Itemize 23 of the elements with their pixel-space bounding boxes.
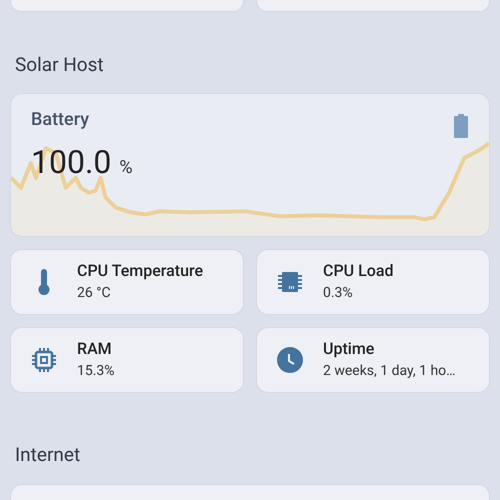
card-title: Battery (31, 108, 90, 132)
clock-icon (277, 346, 303, 372)
battery-value: 100.0 (31, 142, 112, 182)
section-heading: Solar Host (15, 53, 104, 76)
tile-state: 15.3% (77, 362, 115, 381)
sensor-tile[interactable]: CPU Load 0.3% (256, 248, 490, 314)
tile-name: RAM (77, 338, 113, 360)
tile-state: 0.3% (323, 284, 354, 303)
tile-state: 2 weeks, 1 day, 1 ho… (323, 362, 456, 381)
tile-name: CPU Temperature (77, 260, 204, 282)
tile-state: 26 °C (77, 284, 112, 303)
sensor-tile[interactable]: Uptime 2 weeks, 1 day, 1 ho… (256, 326, 490, 392)
chip-icon (278, 270, 302, 292)
thermometer-icon (37, 268, 51, 294)
sensor-tile[interactable]: RAM 15.3% (10, 326, 244, 392)
sensor-tile[interactable]: CPU Temperature 26 °C (10, 248, 244, 314)
tile-name: CPU Load (323, 260, 394, 282)
battery-icon (453, 114, 469, 138)
tile-name: Uptime (323, 338, 376, 360)
battery-card[interactable]: Battery 100.0 % (10, 92, 490, 236)
battery-unit: % (119, 156, 133, 180)
section-heading: Internet (15, 442, 80, 466)
memory-icon (32, 348, 56, 372)
